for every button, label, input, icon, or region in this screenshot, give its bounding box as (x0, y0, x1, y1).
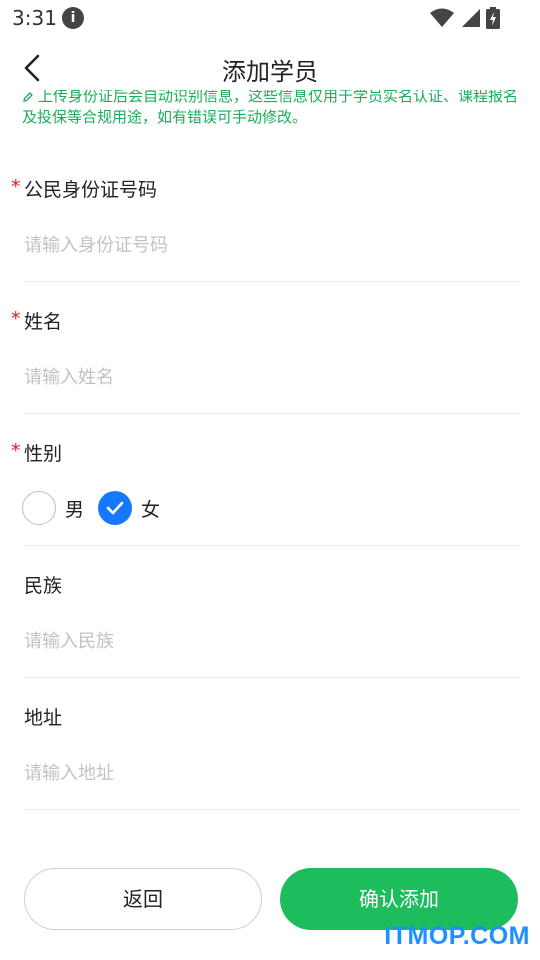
name-input[interactable] (24, 357, 504, 397)
required-mark: * (11, 440, 21, 462)
ethnicity-label: 民族 (24, 575, 63, 597)
divider (24, 677, 520, 678)
pen-icon (23, 91, 33, 102)
status-icons (430, 6, 500, 30)
wifi-icon (430, 8, 454, 27)
ethnicity-input[interactable] (24, 621, 504, 661)
divider (24, 809, 520, 810)
divider (24, 413, 520, 414)
status-bar: 3:31 i (0, 0, 540, 36)
notice-banner: 上传身份证后会自动识别信息，这些信息仅用于学员实名认证、课程报名及投保等合规用途… (22, 90, 522, 134)
gender-male-label[interactable]: 男 (65, 495, 84, 522)
gender-label: 性别 (24, 443, 63, 465)
status-time: 3:31 (12, 6, 57, 30)
notice-text: 上传身份证后会自动识别信息，这些信息仅用于学员实名认证、课程报名及投保等合规用途… (22, 90, 519, 126)
check-icon (106, 501, 124, 515)
divider (24, 281, 520, 282)
info-icon: i (62, 7, 84, 29)
battery-icon (486, 7, 500, 29)
confirm-add-button[interactable]: 确认添加 (280, 868, 518, 930)
id-number-label: 公民身份证号码 (24, 179, 158, 201)
required-mark: * (11, 176, 21, 198)
required-mark: * (11, 308, 21, 330)
gender-male-radio[interactable] (22, 491, 56, 525)
id-number-input[interactable] (24, 225, 504, 265)
gender-female-radio[interactable] (98, 491, 133, 525)
gender-options: 男 女 (22, 489, 160, 527)
gender-female-label[interactable]: 女 (141, 495, 160, 522)
divider (24, 545, 520, 546)
address-input[interactable] (24, 753, 504, 793)
watermark-logo: ITMOP.COM (384, 922, 530, 950)
page-title: 添加学员 (222, 58, 318, 86)
name-label: 姓名 (24, 311, 63, 333)
address-label: 地址 (24, 707, 63, 729)
back-action-button[interactable]: 返回 (24, 868, 262, 930)
signal-icon (462, 9, 480, 27)
